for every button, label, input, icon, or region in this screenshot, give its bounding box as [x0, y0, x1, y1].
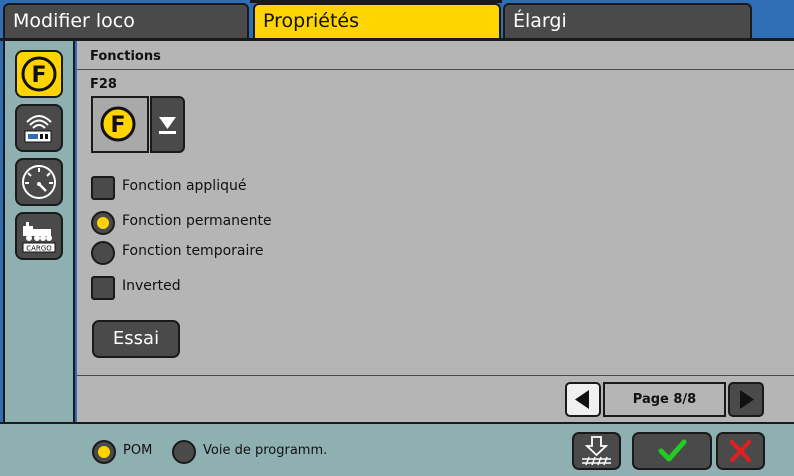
- temporary-radio[interactable]: [91, 241, 115, 265]
- inverted-checkbox[interactable]: [91, 276, 115, 300]
- function-icon-preview[interactable]: F: [91, 96, 149, 153]
- tab-elargi[interactable]: Élargi: [503, 3, 752, 38]
- chevron-down-icon: [159, 117, 176, 134]
- tab-bar: Modifier loco Propriétés Élargi: [0, 0, 794, 41]
- sidebar-item-speed[interactable]: [15, 158, 63, 206]
- test-button[interactable]: Essai: [92, 320, 180, 358]
- sidebar: F CARGO: [3, 41, 75, 422]
- previous-page-button[interactable]: [565, 382, 601, 417]
- temporary-label: Fonction temporaire: [122, 243, 264, 259]
- applied-checkbox[interactable]: [91, 176, 115, 200]
- section-header: Fonctions: [77, 41, 794, 70]
- download-to-track-icon: [582, 436, 611, 466]
- cancel-button[interactable]: [716, 432, 765, 470]
- permanent-radio[interactable]: [91, 211, 115, 235]
- inverted-label: Inverted: [122, 278, 181, 294]
- cargo-train-icon: CARGO: [22, 222, 56, 253]
- decoder-wireless-icon: [24, 115, 52, 143]
- tab-modifier-loco[interactable]: Modifier loco: [3, 3, 249, 38]
- confirm-button[interactable]: [632, 432, 712, 470]
- close-icon: [730, 440, 751, 462]
- tab-proprietes[interactable]: Propriétés: [253, 3, 501, 38]
- next-page-button[interactable]: [728, 382, 764, 417]
- svg-text:F: F: [110, 113, 125, 138]
- speedometer-icon: [22, 165, 56, 199]
- applied-label: Fonction appliqué: [122, 178, 247, 194]
- sidebar-item-functions[interactable]: F: [15, 50, 63, 98]
- checkmark-icon: [658, 439, 687, 462]
- main-panel: Fonctions F28 F Fonction appliqué Foncti…: [77, 41, 794, 422]
- arrow-right-icon: [740, 390, 754, 409]
- sidebar-item-decoder[interactable]: [15, 104, 63, 152]
- section-title: Fonctions: [90, 49, 161, 64]
- write-to-track-button[interactable]: [572, 432, 621, 470]
- arrow-left-icon: [575, 390, 589, 409]
- prog-track-label: Voie de programm.: [203, 443, 328, 458]
- svg-text:F: F: [31, 63, 46, 88]
- sidebar-item-cargo[interactable]: CARGO: [15, 212, 63, 260]
- function-key-label: F28: [90, 77, 117, 92]
- function-f-icon: F: [100, 106, 136, 142]
- function-f-icon: F: [21, 56, 57, 92]
- footer-bar: POM Voie de programm.: [0, 422, 794, 476]
- permanent-label: Fonction permanente: [122, 213, 272, 229]
- tab-active-indicator: [250, 0, 502, 3]
- page-indicator: Page 8/8: [603, 382, 726, 417]
- pom-radio[interactable]: [92, 440, 116, 464]
- pager-divider: [77, 375, 794, 376]
- cargo-caption: CARGO: [26, 245, 52, 253]
- pom-label: POM: [123, 443, 153, 458]
- prog-track-radio[interactable]: [172, 440, 196, 464]
- function-icon-dropdown[interactable]: [150, 96, 185, 153]
